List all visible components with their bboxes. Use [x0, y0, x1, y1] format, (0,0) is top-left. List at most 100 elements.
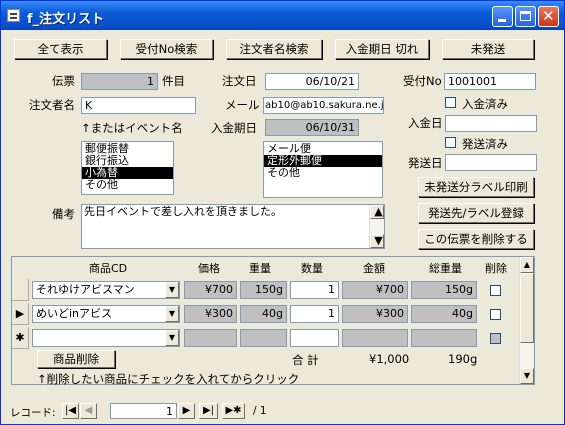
total-weight-cell: 40g [411, 305, 477, 323]
delete-checkbox[interactable] [490, 285, 501, 296]
total-label: 合 計 [292, 353, 319, 367]
form-icon[interactable] [7, 9, 20, 22]
shipped-checkbox[interactable] [445, 137, 456, 148]
payment-method-option[interactable]: その他 [82, 179, 173, 191]
shipping-method-list[interactable]: メール便 定形外郵便 その他 [263, 141, 383, 198]
row-selector-current[interactable]: ▶ [12, 303, 29, 325]
shipped-label: 発送済み [462, 137, 508, 151]
orderer-field[interactable]: K [81, 97, 196, 114]
total-amount: ¥1,000 [369, 352, 410, 366]
due-date-label: 入金期日 [211, 121, 257, 135]
amount-cell: ¥700 [342, 281, 408, 299]
product-select-new[interactable] [32, 329, 180, 347]
col-header-total-weight: 総重量 [429, 262, 462, 275]
shipping-method-option[interactable]: その他 [264, 167, 382, 179]
delete-slip-button[interactable]: この伝票を削除する [418, 229, 534, 249]
not-shipped-button[interactable]: 未発送 [442, 39, 534, 59]
search-orderer-button[interactable]: 注文者名検索 [226, 39, 322, 59]
subform-scrollbar[interactable]: ▲ ▼ [519, 257, 534, 384]
col-header-product: 商品CD [89, 262, 128, 275]
receipt-no-label: 受付No [403, 74, 442, 88]
qty-field[interactable] [290, 329, 339, 347]
prev-record-icon[interactable]: ◀ [80, 403, 97, 419]
chevron-down-icon[interactable]: ▼ [165, 306, 179, 322]
product-select[interactable]: それゆけアビスマン [32, 281, 180, 299]
search-receipt-no-button[interactable]: 受付No検索 [120, 39, 213, 59]
first-record-icon[interactable]: |◀ [62, 403, 79, 419]
order-date-label: 注文日 [222, 74, 257, 88]
record-label: レコード: [10, 407, 56, 419]
price-cell: ¥700 [184, 281, 237, 299]
product-select[interactable]: めいどinアビス [32, 305, 180, 323]
weight-cell [240, 329, 287, 347]
payment-date-field[interactable] [445, 115, 537, 132]
remarks-textarea[interactable]: 先日イベントで差し入れを頂きました。 ▲ ▼ [81, 204, 385, 249]
scroll-up-icon[interactable]: ▲ [520, 257, 534, 273]
col-header-delete: 削除 [485, 262, 507, 275]
qty-field[interactable]: 1 [290, 281, 339, 299]
remarks-text: 先日イベントで差し入れを頂きました。 [84, 205, 282, 218]
minimize-button[interactable] [492, 6, 513, 27]
chevron-down-icon[interactable]: ▼ [165, 282, 179, 298]
remarks-scrollbar[interactable]: ▲ ▼ [369, 205, 384, 248]
row-selector-new[interactable]: ✱ [12, 327, 29, 349]
email-label: メール [225, 98, 260, 112]
close-button[interactable]: ✕ [538, 6, 559, 27]
receipt-no-field[interactable]: 1001001 [444, 73, 536, 90]
total-weight: 190g [448, 352, 478, 366]
price-cell [184, 329, 237, 347]
scroll-down-icon[interactable]: ▼ [520, 368, 534, 384]
ship-date-field[interactable] [445, 154, 537, 171]
col-header-weight: 重量 [249, 262, 271, 275]
total-weight-cell: 150g [411, 281, 477, 299]
payment-method-list[interactable]: 郵便振替 銀行振込 小為替 その他 [81, 141, 174, 195]
paid-checkbox[interactable] [445, 97, 456, 108]
price-cell: ¥300 [184, 305, 237, 323]
order-date-field[interactable]: 06/10/21 [265, 73, 359, 90]
scroll-up-icon[interactable]: ▲ [370, 205, 384, 219]
col-header-qty: 数量 [301, 262, 323, 275]
new-record-icon[interactable]: ▶✱ [222, 403, 245, 419]
amount-cell [342, 329, 408, 347]
ship-date-label: 発送日 [408, 156, 443, 170]
print-unshipped-labels-button[interactable]: 未発送分ラベル印刷 [418, 177, 534, 197]
delete-item-button[interactable]: 商品削除 [37, 350, 115, 368]
show-all-button[interactable]: 全て表示 [14, 39, 107, 59]
due-expired-button[interactable]: 入金期日 切れ [335, 39, 429, 59]
slip-number-field: 1 [81, 73, 158, 90]
next-record-icon[interactable]: ▶ [178, 403, 195, 419]
amount-cell: ¥300 [342, 305, 408, 323]
last-record-icon[interactable]: ▶| [199, 403, 218, 419]
scroll-thumb[interactable] [520, 273, 534, 343]
qty-field[interactable]: 1 [290, 305, 339, 323]
delete-note: ↑削除したい商品にチェックを入れてからクリック [37, 372, 300, 386]
order-items-subform: 商品CD 価格 重量 数量 金額 総重量 削除 それゆけアビスマン ▼ ¥700… [11, 256, 535, 386]
col-header-price: 価格 [198, 262, 220, 275]
maximize-button[interactable] [515, 6, 536, 27]
form-window: f_注文リスト ✕ 全て表示 受付No検索 注文者名検索 入金期日 切れ 未発送… [0, 0, 565, 425]
record-number-field[interactable]: 1 [110, 403, 177, 419]
minimize-icon [498, 19, 506, 22]
title-bar[interactable]: f_注文リスト ✕ [1, 1, 564, 30]
paid-label: 入金済み [462, 97, 508, 111]
col-header-amount: 金額 [363, 262, 385, 275]
event-note-label: ↑またはイベント名 [81, 121, 183, 135]
email-field[interactable]: ab10@ab10.sakura.ne.jp [263, 97, 384, 114]
total-weight-cell [411, 329, 477, 347]
chevron-down-icon[interactable]: ▼ [165, 330, 179, 346]
row-selector[interactable] [12, 279, 29, 301]
register-ship-label-button[interactable]: 発送先/ラベル登録 [418, 203, 534, 223]
orderer-label: 注文者名 [29, 98, 75, 112]
record-total: / 1 [253, 405, 267, 417]
due-date-field: 06/10/31 [265, 119, 359, 136]
delete-checkbox-disabled [490, 333, 501, 344]
weight-cell: 150g [240, 281, 287, 299]
scroll-down-icon[interactable]: ▼ [370, 234, 384, 248]
window-title: f_注文リスト [27, 12, 105, 27]
payment-date-label: 入金日 [408, 116, 443, 130]
weight-cell: 40g [240, 305, 287, 323]
maximize-icon [520, 11, 531, 21]
remarks-label: 備考 [52, 207, 75, 221]
slip-label: 伝票 [52, 74, 75, 88]
delete-checkbox[interactable] [490, 309, 501, 320]
